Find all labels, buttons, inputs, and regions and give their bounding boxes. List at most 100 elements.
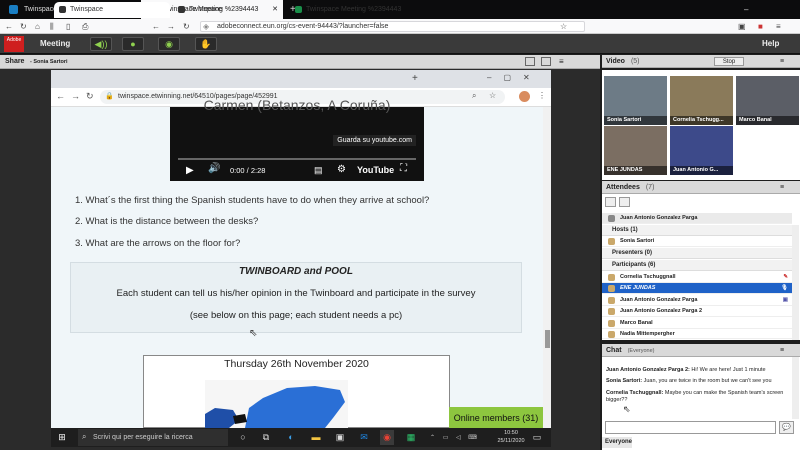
attendee-row-selected[interactable]: ENE JUNDAS 🎙 bbox=[602, 283, 792, 294]
chat-scrollbar[interactable] bbox=[792, 357, 799, 419]
video-tile[interactable]: ENE JUNDAS bbox=[604, 126, 667, 175]
video-tile[interactable]: Sonia Sartori bbox=[604, 76, 667, 125]
watch-on-youtube-link[interactable]: Guarda su youtube.com bbox=[333, 135, 416, 146]
send-message-icon[interactable]: 💬 bbox=[779, 421, 794, 434]
attendee-row[interactable]: Cornelia Tschuggnall ✎ bbox=[602, 272, 792, 283]
inner-tab-twinspace[interactable]: Twinspace bbox=[54, 2, 170, 18]
windows-start-icon[interactable]: ⊞ bbox=[55, 430, 69, 445]
fullscreen-icon[interactable] bbox=[541, 57, 551, 66]
store-icon[interactable]: ▣ bbox=[333, 430, 347, 445]
youtube-logo[interactable]: YouTube bbox=[357, 165, 394, 175]
taskbar-clock[interactable]: 10:50 25/11/2020 bbox=[495, 429, 527, 445]
outer-address-bar[interactable]: adobeconnect.eun.org/cs-event-94443/?lau… bbox=[200, 21, 585, 32]
back-icon[interactable]: ← bbox=[152, 21, 160, 32]
extension-icon[interactable]: ▣ bbox=[738, 21, 746, 32]
speaker-icon[interactable]: ◀)) bbox=[90, 37, 112, 51]
attendee-row[interactable]: Juan Antonio Gonzalez Parga ▣ bbox=[602, 295, 792, 306]
chat-pod-header: Chat (Everyone) ≡ bbox=[602, 344, 800, 357]
attendee-row[interactable]: Juan Antonio Gonzalez Parga 2 bbox=[602, 306, 792, 317]
mail-icon[interactable]: ✉ bbox=[357, 430, 371, 445]
cortana-icon[interactable]: ○ bbox=[236, 430, 250, 445]
inner-window-controls[interactable]: –▢✕ bbox=[487, 73, 542, 82]
chat-tab-everyone[interactable]: Everyone bbox=[602, 437, 632, 448]
home-icon[interactable]: ⌂ bbox=[35, 21, 40, 32]
back-icon[interactable]: ← bbox=[56, 91, 65, 101]
forward-icon[interactable]: → bbox=[167, 21, 175, 32]
inner-tab-meeting[interactable]: Twinspace Meeting %2394443 bbox=[290, 2, 408, 18]
new-tab-button[interactable]: + bbox=[412, 73, 418, 84]
settings-gear-icon[interactable]: ⚙ bbox=[337, 164, 346, 175]
menu-icon[interactable]: ≡ bbox=[776, 21, 781, 32]
pod-menu-icon[interactable]: ≡ bbox=[780, 344, 784, 357]
pod-menu-icon[interactable]: ≡ bbox=[559, 55, 564, 69]
twinspace-favicon-icon bbox=[9, 5, 18, 14]
video-tile[interactable]: Cornelia Tschugg... bbox=[670, 76, 733, 125]
pod-menu-icon[interactable]: ≡ bbox=[780, 181, 784, 194]
system-tray-icons[interactable]: ⌃ ▭ ◁ ⌨ bbox=[430, 434, 480, 441]
library-icon[interactable]: ⫼ bbox=[50, 21, 54, 32]
refresh-icon[interactable]: ↻ bbox=[86, 91, 94, 102]
back-icon[interactable]: ← bbox=[5, 21, 13, 32]
stop-video-button[interactable]: Stop bbox=[714, 57, 744, 66]
excel-icon[interactable]: ▦ bbox=[404, 430, 418, 445]
attendees-scrollbar[interactable] bbox=[792, 225, 799, 340]
bookmark-star-icon[interactable]: ☆ bbox=[560, 21, 567, 32]
share-pod-header: Share - Sonia Sartori ≡ bbox=[0, 55, 600, 69]
notifications-icon[interactable]: ▭ bbox=[530, 430, 544, 445]
sidebar-icon[interactable]: ▯ bbox=[66, 21, 70, 32]
participants-group[interactable]: Participants (6) bbox=[602, 260, 792, 271]
question-3: 3. What are the arrows on the floor for? bbox=[75, 238, 241, 249]
video-tile[interactable]: Marco Banal bbox=[736, 76, 799, 125]
online-members-badge[interactable]: Online members (31) bbox=[449, 407, 543, 429]
adobe-logo: Adobe bbox=[4, 36, 24, 52]
menu-icon[interactable]: ⋮ bbox=[538, 91, 546, 100]
play-icon[interactable]: ▶ bbox=[186, 165, 194, 176]
file-explorer-icon[interactable]: ▬ bbox=[309, 430, 323, 445]
youtube-video-player[interactable]: Carmen (Betanzos, A Coruña) Guarda su yo… bbox=[170, 97, 424, 181]
video-caption: Carmen (Betanzos, A Coruña) bbox=[203, 97, 391, 113]
attendee-row[interactable]: Nadia Mittempergher bbox=[602, 329, 792, 339]
subtitles-icon[interactable]: ▤ bbox=[314, 165, 323, 176]
video-tile[interactable]: Juan Antonio G... bbox=[670, 126, 733, 175]
video-progress-bar[interactable] bbox=[178, 158, 416, 160]
list-view-icon[interactable] bbox=[605, 197, 616, 207]
meeting-menu[interactable]: Meeting bbox=[40, 34, 70, 54]
print-icon[interactable]: ⎙ bbox=[82, 21, 88, 32]
task-view-icon[interactable]: ⧉ bbox=[259, 430, 273, 445]
taskbar-search-input[interactable]: Scrivi qui per eseguire la ricerca bbox=[78, 429, 228, 446]
fullscreen-icon[interactable]: ⛶ bbox=[400, 163, 407, 174]
share-title: Share bbox=[5, 58, 25, 65]
extension-icon[interactable]: ■ bbox=[758, 21, 763, 32]
my-status-row[interactable]: Juan Antonio Gonzalez Parga bbox=[602, 213, 792, 224]
inner-tab-twinspace-2[interactable]: Twinspace bbox=[173, 2, 287, 18]
avatar[interactable] bbox=[519, 91, 530, 102]
person-icon bbox=[608, 285, 615, 292]
page-scrollbar[interactable] bbox=[543, 107, 551, 428]
webcam-icon: ▣ bbox=[782, 297, 788, 303]
sort-icon[interactable] bbox=[619, 197, 630, 207]
layout-icon[interactable] bbox=[525, 57, 535, 66]
refresh-icon[interactable]: ↻ bbox=[20, 21, 27, 32]
help-menu[interactable]: Help bbox=[762, 34, 779, 54]
volume-icon[interactable]: 🔊 bbox=[208, 163, 220, 174]
microphone-icon[interactable]: ● bbox=[122, 37, 144, 51]
webcam-icon[interactable]: ◉ bbox=[158, 37, 180, 51]
edge-icon[interactable]: ◐ bbox=[284, 430, 298, 445]
presenters-group[interactable]: Presenters (0) bbox=[602, 248, 792, 259]
scrollbar-thumb[interactable] bbox=[545, 330, 550, 348]
window-controls[interactable]: –▢✕ bbox=[738, 0, 800, 33]
attendee-row[interactable]: Marco Banal bbox=[602, 318, 792, 329]
forward-icon[interactable]: → bbox=[71, 91, 80, 101]
refresh-icon[interactable]: ↻ bbox=[183, 21, 190, 32]
chat-input[interactable] bbox=[605, 421, 776, 434]
zoom-icon[interactable]: ⌕ bbox=[472, 91, 476, 101]
twinboard-text-1: Each student can tell us his/her opinion… bbox=[116, 288, 476, 299]
attendee-row[interactable]: Sonia Sartori bbox=[602, 236, 792, 247]
raise-hand-icon[interactable]: ✋ bbox=[195, 37, 217, 51]
bookmark-star-icon[interactable]: ☆ bbox=[489, 91, 496, 100]
chrome-icon[interactable]: ◉ bbox=[380, 430, 394, 445]
pod-menu-icon[interactable]: ≡ bbox=[780, 55, 784, 68]
hosts-group[interactable]: Hosts (1) bbox=[602, 225, 792, 236]
person-icon bbox=[608, 308, 615, 315]
question-1: 1. What´s the first thing the Spanish st… bbox=[75, 195, 430, 206]
